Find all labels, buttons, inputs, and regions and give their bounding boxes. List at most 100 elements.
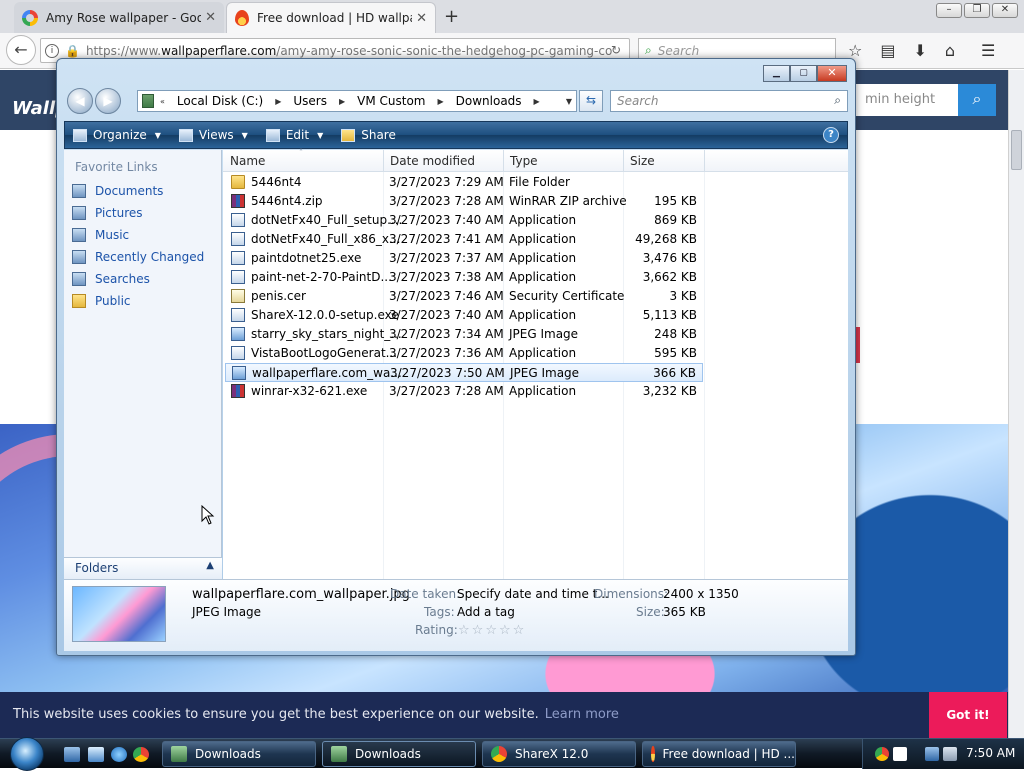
learn-more-link[interactable]: Learn more bbox=[545, 707, 619, 722]
tray-app-icon[interactable] bbox=[875, 747, 889, 761]
favorite-documents[interactable]: Documents bbox=[72, 184, 163, 198]
edit-label: Edit bbox=[285, 128, 310, 142]
file-list: Name ˄ Date modified Type Size 5446nt4 3/… bbox=[223, 148, 848, 579]
file-row[interactable]: VistaBootLogoGenerat... 3/27/2023 7:36 AM… bbox=[225, 344, 703, 363]
download-icon[interactable]: ⬇ bbox=[913, 41, 926, 60]
file-row[interactable]: dotNetFx40_Full_setup.... 3/27/2023 7:40 … bbox=[225, 211, 703, 230]
file-row[interactable]: wallpaperflare.com_wa... 3/27/2023 7:50 A… bbox=[225, 363, 703, 382]
address-bar[interactable]: « Local Disk (C:) ▶ Users ▶ VM Custom ▶ … bbox=[137, 90, 577, 112]
column-divider[interactable] bbox=[704, 150, 705, 172]
star-icon[interactable]: ☆ bbox=[485, 623, 499, 638]
explorer-search-input[interactable]: Search ⌕ bbox=[610, 90, 848, 112]
close-icon[interactable]: ✕ bbox=[205, 10, 216, 25]
chrome-icon[interactable] bbox=[133, 747, 149, 762]
search-icon[interactable]: ⌕ bbox=[834, 93, 841, 108]
folders-toggle[interactable]: Folders ▲ bbox=[64, 557, 222, 579]
page-scrollbar[interactable] bbox=[1008, 70, 1024, 738]
overflow-icon[interactable]: « bbox=[160, 97, 165, 106]
date-taken-value[interactable]: Specify date and time t... bbox=[457, 587, 609, 601]
taskbar-button-downloads-1[interactable]: Downloads bbox=[162, 741, 316, 767]
column-divider[interactable] bbox=[383, 150, 384, 172]
file-type: File Folder bbox=[509, 175, 570, 189]
internet-explorer-icon[interactable] bbox=[111, 747, 127, 762]
back-button[interactable]: ← bbox=[6, 35, 36, 65]
star-icon[interactable]: ☆ bbox=[499, 623, 513, 638]
explorer-back-button[interactable]: ◀ bbox=[67, 88, 93, 114]
star-icon[interactable]: ☆ bbox=[458, 623, 472, 638]
help-icon[interactable]: ? bbox=[823, 127, 839, 143]
taskbar-button-browser[interactable]: Free download | HD ... bbox=[642, 741, 796, 767]
tab-wallpaperflare[interactable]: Free download | HD wallpap ✕ bbox=[226, 2, 436, 33]
restore-button[interactable]: ❐ bbox=[964, 3, 990, 18]
views-button[interactable]: Views ▼ bbox=[178, 128, 248, 142]
file-row[interactable]: paint-net-2-70-PaintD... 3/27/2023 7:38 A… bbox=[225, 268, 703, 287]
favorite-searches[interactable]: Searches bbox=[72, 272, 150, 286]
tab-title: Amy Rose wallpaper - Goog bbox=[46, 10, 202, 25]
tray-security-icon[interactable] bbox=[893, 747, 907, 761]
close-button[interactable]: ✕ bbox=[992, 3, 1018, 18]
chevron-down-icon[interactable]: ▼ bbox=[566, 97, 572, 106]
favorite-public[interactable]: Public bbox=[72, 294, 131, 308]
home-icon[interactable]: ⌂ bbox=[945, 41, 955, 60]
star-icon[interactable]: ☆ bbox=[472, 623, 486, 638]
tab-google[interactable]: Amy Rose wallpaper - Goog ✕ bbox=[14, 2, 224, 33]
favorite-music[interactable]: Music bbox=[72, 228, 129, 242]
site-search-button[interactable]: ⌕ bbox=[958, 84, 996, 116]
taskbar-button-downloads-2[interactable]: Downloads bbox=[322, 741, 476, 767]
scrollbar-thumb[interactable] bbox=[1011, 130, 1022, 170]
minimize-button[interactable]: – bbox=[936, 3, 962, 18]
file-row[interactable]: dotNetFx40_Full_x86_x... 3/27/2023 7:41 A… bbox=[225, 230, 703, 249]
clock[interactable]: 7:50 AM bbox=[966, 746, 1015, 760]
cookie-accept-button[interactable]: Got it! bbox=[929, 692, 1007, 738]
close-icon[interactable]: ✕ bbox=[416, 11, 427, 26]
new-tab-button[interactable]: + bbox=[444, 6, 459, 27]
breadcrumb-users[interactable]: Users bbox=[293, 94, 327, 108]
refresh-button[interactable]: ⇆ bbox=[579, 90, 603, 112]
file-row[interactable]: penis.cer 3/27/2023 7:46 AM Security Certi… bbox=[225, 287, 703, 306]
tags-value[interactable]: Add a tag bbox=[457, 605, 515, 619]
maximize-button[interactable]: ▢ bbox=[790, 65, 817, 82]
breadcrumb-local-disk[interactable]: Local Disk (C:) bbox=[177, 94, 263, 108]
menu-icon[interactable]: ☰ bbox=[981, 41, 995, 60]
show-desktop-icon[interactable] bbox=[64, 747, 80, 762]
info-icon[interactable]: i bbox=[45, 43, 59, 58]
network-icon[interactable] bbox=[925, 747, 939, 761]
column-divider[interactable] bbox=[503, 150, 504, 172]
taskbar-button-sharex[interactable]: ShareX 12.0 bbox=[482, 741, 636, 767]
volume-icon[interactable] bbox=[943, 747, 957, 761]
column-date[interactable]: Date modified bbox=[390, 154, 475, 168]
file-row[interactable]: winrar-x32-621.exe 3/27/2023 7:28 AM Appli… bbox=[225, 382, 703, 401]
column-type[interactable]: Type bbox=[510, 154, 538, 168]
breadcrumb-vm-custom[interactable]: VM Custom bbox=[357, 94, 425, 108]
switch-windows-icon[interactable] bbox=[88, 747, 104, 762]
file-row[interactable]: 5446nt4.zip 3/27/2023 7:28 AM WinRAR ZIP a… bbox=[225, 192, 703, 211]
star-icon[interactable]: ☆ bbox=[513, 623, 527, 638]
chevron-right-icon[interactable]: ▶ bbox=[339, 97, 345, 106]
favorite-recently-changed[interactable]: Recently Changed bbox=[72, 250, 204, 264]
explorer-forward-button[interactable]: ▶ bbox=[95, 88, 121, 114]
minimize-button[interactable]: ▁ bbox=[763, 65, 790, 82]
file-row[interactable]: ShareX-12.0.0-setup.exe 3/27/2023 7:40 AM… bbox=[225, 306, 703, 325]
column-size[interactable]: Size bbox=[630, 154, 655, 168]
file-row[interactable]: starry_sky_stars_night_... 3/27/2023 7:34… bbox=[225, 325, 703, 344]
column-divider[interactable] bbox=[623, 150, 624, 172]
file-row[interactable]: paintdotnet25.exe 3/27/2023 7:37 AM Applic… bbox=[225, 249, 703, 268]
site-search-input[interactable]: min height bbox=[855, 84, 959, 116]
edit-button[interactable]: Edit ▼ bbox=[265, 128, 323, 142]
chevron-right-icon[interactable]: ▶ bbox=[534, 97, 540, 106]
reload-icon[interactable]: ↻ bbox=[611, 43, 621, 57]
close-button[interactable]: ✕ bbox=[817, 65, 847, 82]
favorite-pictures[interactable]: Pictures bbox=[72, 206, 143, 220]
chevron-right-icon[interactable]: ▶ bbox=[437, 97, 443, 106]
file-row[interactable]: 5446nt4 3/27/2023 7:29 AM File Folder bbox=[225, 173, 703, 192]
reading-list-icon[interactable]: ▤ bbox=[880, 41, 895, 60]
column-name[interactable]: Name bbox=[230, 154, 265, 168]
share-button[interactable]: Share bbox=[341, 128, 396, 142]
organize-button[interactable]: Organize ▼ bbox=[73, 128, 161, 142]
chevron-right-icon[interactable]: ▶ bbox=[275, 97, 281, 106]
rating-stars[interactable]: ☆☆☆☆☆ bbox=[458, 623, 526, 638]
start-button[interactable] bbox=[10, 737, 44, 771]
breadcrumb-downloads[interactable]: Downloads bbox=[456, 94, 522, 108]
file-size: 595 KB bbox=[654, 346, 697, 360]
file-type: Application bbox=[509, 308, 577, 322]
